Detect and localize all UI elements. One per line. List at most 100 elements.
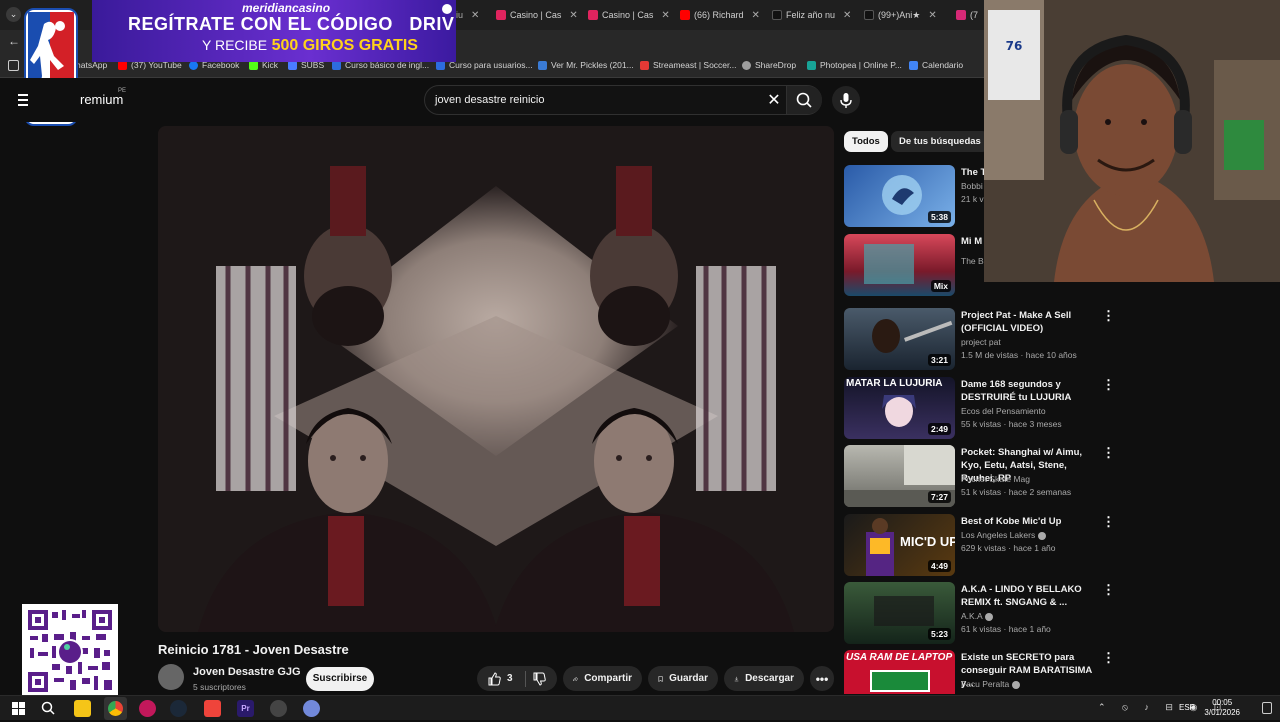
- close-tab-icon[interactable]: ✕: [569, 10, 577, 21]
- taskbar-search-icon[interactable]: [40, 700, 57, 717]
- windows-start-icon[interactable]: [10, 700, 27, 717]
- recommendation-item[interactable]: 3:21 Project Pat - Make A Sell (OFFICIAL…: [844, 308, 1116, 370]
- clear-search-icon[interactable]: ✕: [764, 91, 784, 111]
- close-tab-icon[interactable]: ✕: [928, 10, 936, 21]
- bookmark-mr-pickles[interactable]: Ver Mr. Pickles (201...: [538, 60, 634, 70]
- recommendation-item[interactable]: MATAR LA LUJURIA 2:49 Dame 168 segundos …: [844, 377, 1116, 439]
- search-box[interactable]: joven desastre reinicio ✕: [424, 85, 822, 115]
- video-thumbnail[interactable]: MATAR LA LUJURIA 2:49: [844, 377, 955, 439]
- video-thumbnail[interactable]: USA RAM DE LAPTOP: [844, 650, 955, 694]
- anydesk-icon[interactable]: [204, 700, 221, 717]
- browser-tab-casino-2[interactable]: Casino | Cas ✕: [588, 4, 672, 26]
- more-vertical-icon[interactable]: ⋮: [1102, 583, 1115, 596]
- chip-de-tus-busquedas[interactable]: De tus búsquedas: [891, 131, 989, 152]
- recommendation-item[interactable]: 5:23 A.K.A - LINDO Y BELLAKO REMIX ft. S…: [844, 582, 1116, 644]
- more-actions-button[interactable]: •••: [810, 666, 834, 691]
- download-button[interactable]: Descargar: [724, 666, 804, 691]
- browser-tab-tiktok-2[interactable]: (99+)Ani★ ✕: [864, 4, 946, 26]
- search-input[interactable]: joven desastre reinicio: [435, 94, 544, 106]
- more-vertical-icon[interactable]: ⋮: [1102, 309, 1115, 322]
- close-tab-icon[interactable]: ✕: [471, 10, 479, 21]
- video-thumbnail[interactable]: 3:21: [844, 308, 955, 370]
- bookmark-calendario[interactable]: Calendario: [909, 60, 963, 70]
- thumbs-down-icon[interactable]: [532, 672, 546, 686]
- recommendation-channel[interactable]: A.K.A: [961, 611, 993, 621]
- language-indicator[interactable]: ESP: [1179, 703, 1195, 712]
- system-clock[interactable]: 00:05 3/01/2026: [1204, 698, 1240, 718]
- verified-icon: [1011, 680, 1020, 689]
- recommendation-item[interactable]: MIC'D UP 4:49 Best of Kobe Mic'd Up Los …: [844, 514, 1116, 576]
- browser-tab-youtube[interactable]: (66) Richard ✕: [680, 4, 764, 26]
- mix-badge: Mix: [930, 280, 951, 292]
- windows-taskbar: Pr ⌃ ⦸ ♪ ⊟ ◉ ⊡ ESP 00:05 3/01/2026: [0, 695, 1280, 720]
- recommendation-title[interactable]: Best of Kobe Mic'd Up: [961, 515, 1101, 528]
- recommendation-channel[interactable]: Bobbi: [961, 181, 983, 191]
- voice-search-button[interactable]: [832, 86, 860, 114]
- recommendation-channel[interactable]: The Bl: [961, 256, 986, 266]
- browser-tab-tiktok-1[interactable]: Feliz año nu ✕: [772, 4, 852, 26]
- recommendation-channel[interactable]: project pat: [961, 337, 1001, 347]
- video-duration: 4:49: [927, 560, 951, 572]
- recommendation-item[interactable]: USA RAM DE LAPTOP Existe un SECRETO para…: [844, 650, 1116, 694]
- recommendation-channel[interactable]: Facu Peralta: [961, 679, 1020, 689]
- menu-hamburger-icon[interactable]: [18, 94, 28, 106]
- recommendation-channel[interactable]: Ecos del Pensamiento: [961, 406, 1046, 416]
- ad-info-icon[interactable]: [442, 4, 452, 14]
- video-player[interactable]: [158, 126, 834, 632]
- recommendation-channel[interactable]: Pocket Skate Mag: [961, 474, 1030, 484]
- recommendation-channel[interactable]: Los Angeles Lakers: [961, 530, 1046, 540]
- casino-ad-banner[interactable]: meridiancasino REGÍTRATE CON EL CÓDIGO D…: [92, 0, 456, 62]
- close-tab-icon[interactable]: ✕: [843, 10, 851, 21]
- tab-title: (7: [970, 10, 979, 20]
- notifications-icon[interactable]: [1262, 702, 1272, 714]
- obs-icon[interactable]: [270, 700, 287, 717]
- file-explorer-icon[interactable]: [74, 700, 91, 717]
- browser-tab-partial[interactable]: iu ✕: [456, 4, 486, 26]
- browser-tab-casino-1[interactable]: Casino | Cas ✕: [496, 4, 580, 26]
- close-tab-icon[interactable]: ✕: [661, 10, 669, 21]
- channel-name[interactable]: Joven Desastre GJG: [193, 666, 301, 678]
- channel-avatar[interactable]: [158, 664, 184, 690]
- more-vertical-icon[interactable]: ⋮: [1102, 378, 1115, 391]
- bookmark-streameast[interactable]: Streameast | Soccer...: [640, 60, 736, 70]
- video-thumbnail[interactable]: 5:23: [844, 582, 955, 644]
- video-thumbnail[interactable]: MIC'D UP 4:49: [844, 514, 955, 576]
- chip-todos[interactable]: Todos: [844, 131, 888, 152]
- streameast-icon: [640, 60, 649, 70]
- discord-icon[interactable]: [303, 700, 320, 717]
- close-tab-icon[interactable]: ✕: [752, 10, 760, 21]
- subscribe-button[interactable]: Suscribirse: [306, 667, 374, 691]
- recommendation-title[interactable]: Dame 168 segundos y DESTRUIRÉ tu LUJURIA: [961, 378, 1101, 404]
- tab-list-dropdown-icon[interactable]: ⌄: [6, 7, 21, 22]
- recommendation-item[interactable]: 7:27 Pocket: Shanghai w/ Aimu, Kyo, Eetu…: [844, 445, 1116, 507]
- recommendation-title[interactable]: Project Pat - Make A Sell (OFFICIAL VIDE…: [961, 309, 1101, 335]
- apps-grid-icon[interactable]: [8, 60, 19, 71]
- video-thumbnail[interactable]: 5:38: [844, 165, 955, 227]
- back-arrow-icon[interactable]: ←: [8, 34, 20, 48]
- youtube-premium-label[interactable]: remium: [80, 92, 123, 107]
- chrome-taskbar-button[interactable]: [104, 697, 127, 720]
- video-duration: 7:27: [927, 491, 951, 503]
- bookmark-photopea[interactable]: Photopea | Online P...: [807, 60, 902, 70]
- video-thumbnail[interactable]: 7:27: [844, 445, 955, 507]
- save-button[interactable]: Guardar: [648, 666, 718, 691]
- search-button[interactable]: [786, 86, 822, 114]
- media-player-icon[interactable]: [139, 700, 156, 717]
- more-vertical-icon[interactable]: ⋮: [1102, 446, 1115, 459]
- share-button[interactable]: Compartir: [563, 666, 642, 691]
- video-thumbnail[interactable]: Mix: [844, 234, 955, 296]
- recommendation-meta: 51 k vistas · hace 2 semanas: [961, 487, 1072, 497]
- premiere-icon[interactable]: Pr: [237, 700, 254, 717]
- steam-icon[interactable]: [170, 700, 187, 717]
- bookmark-label: Curso para usuarios...: [449, 60, 533, 70]
- more-vertical-icon[interactable]: ⋮: [1102, 651, 1115, 664]
- bookmark-label: Photopea | Online P...: [820, 60, 902, 70]
- recommendation-title[interactable]: A.K.A - LINDO Y BELLAKO REMIX ft. SNGANG…: [961, 583, 1101, 609]
- channel-name-text: Los Angeles Lakers: [961, 530, 1036, 540]
- bookmark-sharedrop[interactable]: ShareDrop: [742, 60, 796, 70]
- channel-name-text: Facu Peralta: [961, 679, 1010, 689]
- browser-tab-instagram[interactable]: (7: [956, 4, 984, 26]
- like-button[interactable]: 3: [487, 671, 513, 686]
- more-vertical-icon[interactable]: ⋮: [1102, 515, 1115, 528]
- bookmark-label: ShareDrop: [755, 60, 797, 70]
